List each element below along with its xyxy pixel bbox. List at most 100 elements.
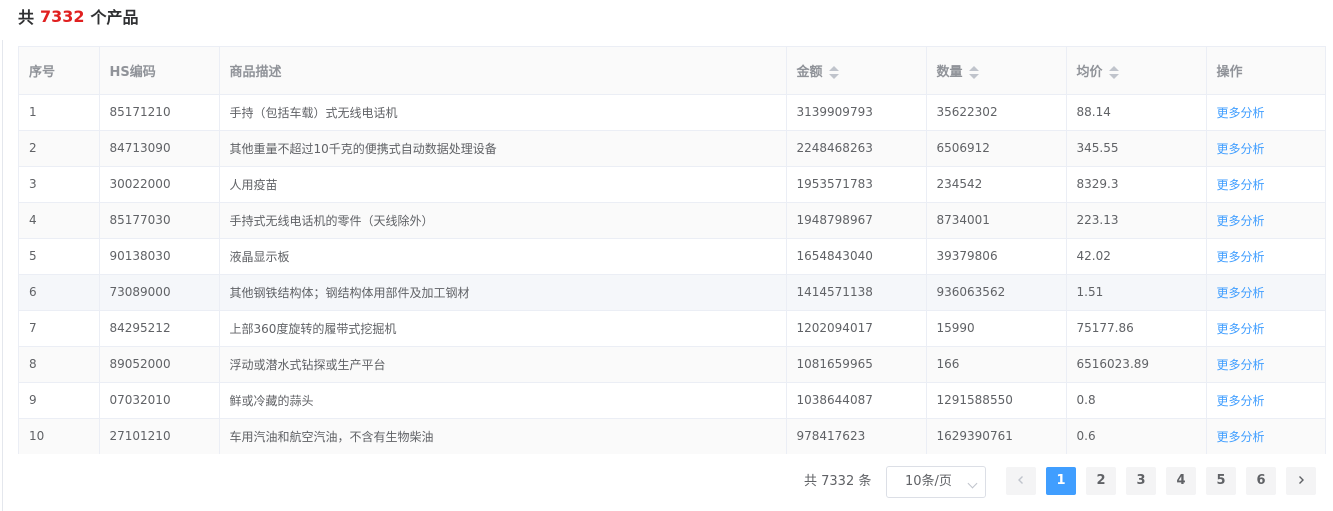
cell-amount: 2248468263 [786, 130, 927, 167]
more-analysis-link[interactable]: 更多分析 [1206, 382, 1325, 419]
cell-description: 车用汽油和航空汽油，不含有生物柴油 [219, 418, 787, 454]
cell-amount: 1654843040 [786, 238, 927, 275]
table-row: 10 27101210 车用汽油和航空汽油，不含有生物柴油 978417623 1629… [19, 418, 1325, 454]
cell-avg-price: 223.13 [1066, 202, 1207, 239]
chevron-left-icon [1018, 476, 1023, 484]
page-left-border [2, 40, 3, 511]
column-header-amount[interactable]: 金额 [786, 47, 927, 95]
cell-index: 6 [19, 274, 100, 311]
next-page-button[interactable] [1286, 467, 1316, 495]
cell-description: 手持式无线电话机的零件（天线除外） [219, 202, 787, 239]
more-analysis-link[interactable]: 更多分析 [1206, 202, 1325, 239]
cell-avg-price: 0.8 [1066, 382, 1207, 419]
product-table: 序号 HS编码 商品描述 金额 数量 均价 操作 1 85171210 手持（包括车… [18, 46, 1326, 454]
cell-hs-code: 85177030 [99, 202, 220, 239]
table-row: 9 07032010 鲜或冷藏的蒜头 1038644087 1291588550 0.8 更… [19, 382, 1325, 419]
cell-hs-code: 07032010 [99, 382, 220, 419]
table-row: 1 85171210 手持（包括车载）式无线电话机 3139909793 3562230… [19, 94, 1325, 131]
more-analysis-link[interactable]: 更多分析 [1206, 238, 1325, 275]
page-size-select[interactable]: 10条/页 [886, 466, 986, 498]
cell-hs-code: 30022000 [99, 166, 220, 203]
cell-amount: 1038644087 [786, 382, 927, 419]
cell-avg-price: 0.6 [1066, 418, 1207, 454]
cell-index: 7 [19, 310, 100, 347]
cell-avg-price: 88.14 [1066, 94, 1207, 131]
cell-description: 鲜或冷藏的蒜头 [219, 382, 787, 419]
result-count-heading: 共 7332 个产品 [18, 4, 139, 28]
cell-quantity: 936063562 [926, 274, 1067, 311]
more-analysis-link[interactable]: 更多分析 [1206, 274, 1325, 311]
cell-avg-price: 42.02 [1066, 238, 1207, 275]
cell-index: 8 [19, 346, 100, 383]
chevron-right-icon [1299, 476, 1304, 484]
table-row: 4 85177030 手持式无线电话机的零件（天线除外） 1948798967 8734… [19, 202, 1325, 239]
cell-quantity: 1291588550 [926, 382, 1067, 419]
cell-hs-code: 89052000 [99, 346, 220, 383]
cell-amount: 3139909793 [786, 94, 927, 131]
page-button-6[interactable]: 6 [1246, 467, 1276, 495]
more-analysis-link[interactable]: 更多分析 [1206, 310, 1325, 347]
pagination-total: 共 7332 条 [804, 474, 872, 489]
prev-page-button[interactable] [1006, 467, 1036, 495]
cell-quantity: 234542 [926, 166, 1067, 203]
cell-amount: 978417623 [786, 418, 927, 454]
column-header-avg-price[interactable]: 均价 [1066, 47, 1207, 95]
page-button-2[interactable]: 2 [1086, 467, 1116, 495]
cell-description: 其他钢铁结构体；钢结构体用部件及加工钢材 [219, 274, 787, 311]
table-row: 3 30022000 人用疫苗 1953571783 234542 8329.3 更多分析 [19, 166, 1325, 203]
cell-quantity: 166 [926, 346, 1067, 383]
cell-description: 手持（包括车载）式无线电话机 [219, 94, 787, 131]
cell-index: 3 [19, 166, 100, 203]
table-row: 8 89052000 浮动或潜水式钻探或生产平台 1081659965 166 65160… [19, 346, 1325, 383]
column-header-action: 操作 [1206, 47, 1325, 95]
cell-index: 9 [19, 382, 100, 419]
page-button-4[interactable]: 4 [1166, 467, 1196, 495]
cell-amount: 1081659965 [786, 346, 927, 383]
column-header-index: 序号 [19, 47, 100, 95]
cell-description: 浮动或潜水式钻探或生产平台 [219, 346, 787, 383]
cell-amount: 1202094017 [786, 310, 927, 347]
sort-caret-icon[interactable] [828, 65, 839, 79]
more-analysis-link[interactable]: 更多分析 [1206, 346, 1325, 383]
cell-hs-code: 73089000 [99, 274, 220, 311]
table-row: 6 73089000 其他钢铁结构体；钢结构体用部件及加工钢材 1414571138 9… [19, 274, 1325, 311]
sort-caret-icon[interactable] [1108, 65, 1119, 79]
page-button-1[interactable]: 1 [1046, 467, 1076, 495]
cell-quantity: 35622302 [926, 94, 1067, 131]
cell-description: 人用疫苗 [219, 166, 787, 203]
heading-suffix: 个产品 [90, 8, 139, 27]
cell-description: 上部360度旋转的履带式挖掘机 [219, 310, 787, 347]
more-analysis-link[interactable]: 更多分析 [1206, 94, 1325, 131]
cell-quantity: 39379806 [926, 238, 1067, 275]
cell-hs-code: 84295212 [99, 310, 220, 347]
cell-quantity: 8734001 [926, 202, 1067, 239]
column-header-hs-code: HS编码 [99, 47, 220, 95]
table-header-row: 序号 HS编码 商品描述 金额 数量 均价 操作 [19, 47, 1325, 95]
cell-description: 其他重量不超过10千克的便携式自动数据处理设备 [219, 130, 787, 167]
cell-amount: 1953571783 [786, 166, 927, 203]
cell-description: 液晶显示板 [219, 238, 787, 275]
cell-index: 4 [19, 202, 100, 239]
page-button-5[interactable]: 5 [1206, 467, 1236, 495]
table-row: 7 84295212 上部360度旋转的履带式挖掘机 1202094017 15990 7… [19, 310, 1325, 347]
cell-hs-code: 84713090 [99, 130, 220, 167]
more-analysis-link[interactable]: 更多分析 [1206, 418, 1325, 454]
page-size-value: 10条/页 [905, 474, 952, 489]
page-button-3[interactable]: 3 [1126, 467, 1156, 495]
column-header-quantity[interactable]: 数量 [926, 47, 1067, 95]
cell-avg-price: 1.51 [1066, 274, 1207, 311]
sort-caret-icon[interactable] [968, 65, 979, 79]
cell-avg-price: 8329.3 [1066, 166, 1207, 203]
table-row: 2 84713090 其他重量不超过10千克的便携式自动数据处理设备 22484682… [19, 130, 1325, 167]
more-analysis-link[interactable]: 更多分析 [1206, 166, 1325, 203]
cell-quantity: 15990 [926, 310, 1067, 347]
cell-avg-price: 6516023.89 [1066, 346, 1207, 383]
more-analysis-link[interactable]: 更多分析 [1206, 130, 1325, 167]
cell-amount: 1948798967 [786, 202, 927, 239]
cell-hs-code: 90138030 [99, 238, 220, 275]
table-row: 5 90138030 液晶显示板 1654843040 39379806 42.02 更多分… [19, 238, 1325, 275]
cell-index: 10 [19, 418, 100, 454]
cell-avg-price: 75177.86 [1066, 310, 1207, 347]
cell-hs-code: 27101210 [99, 418, 220, 454]
product-count: 7332 [40, 6, 85, 26]
